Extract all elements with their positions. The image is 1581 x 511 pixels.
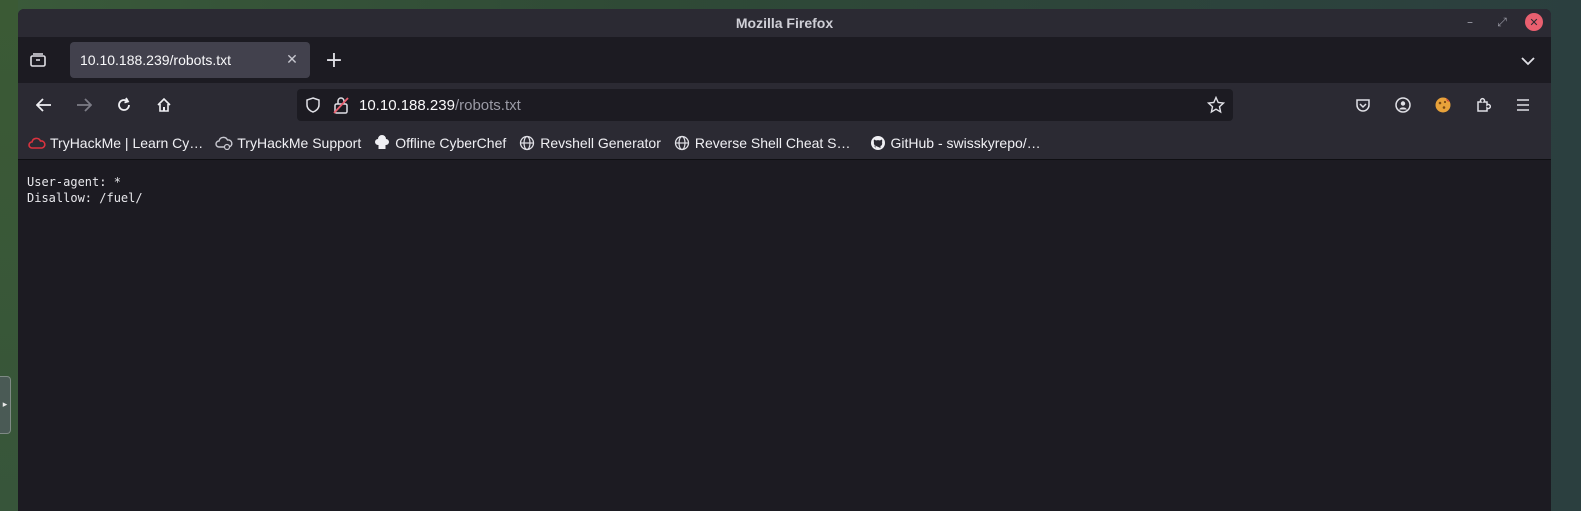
bookmark-revshell-generator[interactable]: Revshell Generator [518, 131, 661, 155]
bookmark-reverse-shell-cheat-sheet[interactable]: Reverse Shell Cheat S… [673, 131, 851, 155]
reload-button[interactable] [108, 89, 140, 121]
github-icon [869, 134, 887, 152]
pocket-icon [1356, 99, 1370, 112]
bookmark-label: TryHackMe | Learn Cy… [50, 135, 204, 151]
forward-button[interactable] [68, 89, 100, 121]
back-button[interactable] [28, 89, 60, 121]
pocket-button[interactable] [1347, 89, 1379, 121]
titlebar: Mozilla Firefox – ⤢ ✕ [18, 9, 1551, 37]
close-window-button[interactable]: ✕ [1525, 13, 1543, 31]
account-icon [1395, 97, 1411, 113]
toolbar-right-buttons [1347, 89, 1539, 121]
puzzle-icon [1477, 97, 1491, 112]
desktop-background [0, 0, 18, 511]
dock-handle[interactable]: ▸ [0, 376, 11, 434]
arrow-right-icon [77, 98, 92, 112]
cookie-extension-icon [1435, 97, 1451, 113]
tab-robots-txt[interactable]: 10.10.188.239/robots.txt ✕ [70, 42, 310, 78]
bookmark-offline-cyberchef[interactable]: Offline CyberChef [373, 131, 506, 155]
bookmark-label: Reverse Shell Cheat S… [694, 135, 851, 151]
globe-icon [673, 134, 691, 152]
minimize-button[interactable]: – [1461, 13, 1479, 31]
window-title: Mozilla Firefox [735, 15, 834, 31]
bookmark-label: GitHub - swisskyrepo/… [890, 135, 1041, 151]
maximize-button[interactable]: ⤢ [1493, 13, 1511, 31]
bookmark-github-swisskyrepo[interactable]: GitHub - swisskyrepo/… [869, 131, 1041, 155]
home-icon [157, 97, 171, 112]
support-cloud-icon [215, 134, 233, 152]
extension-button[interactable] [1427, 89, 1459, 121]
arrow-left-icon [36, 98, 51, 112]
chef-hat-icon [373, 134, 391, 152]
insecure-lock-icon[interactable] [333, 96, 349, 114]
bookmark-tryhackme-support[interactable]: TryHackMe Support [215, 131, 361, 155]
bookmark-label: Offline CyberChef [395, 135, 507, 151]
globe-icon [518, 134, 536, 152]
tab-strip: 10.10.188.239/robots.txt ✕ + [18, 37, 1551, 83]
list-all-tabs-button[interactable] [1521, 51, 1535, 70]
new-tab-button[interactable]: + [322, 48, 346, 73]
app-menu-button[interactable] [1507, 89, 1539, 121]
extensions-button[interactable] [1467, 89, 1499, 121]
address-bar[interactable]: 10.10.188.239/robots.txt [297, 89, 1233, 121]
tab-close-icon[interactable]: ✕ [284, 52, 300, 68]
window-controls: – ⤢ ✕ [1461, 13, 1543, 31]
page-content: User-agent: * Disallow: /fuel/ [18, 160, 1551, 511]
bookmark-tryhackme[interactable]: TryHackMe | Learn Cy… [28, 131, 203, 155]
text-line: Disallow: /fuel/ [27, 191, 143, 205]
firefox-view-button[interactable] [18, 37, 58, 83]
reload-icon [118, 97, 130, 111]
tab-title: 10.10.188.239/robots.txt [80, 52, 231, 68]
url-path: /robots.txt [454, 96, 521, 114]
navigation-toolbar: 10.10.188.239/robots.txt [18, 83, 1551, 127]
url-host: 10.10.188.239 [359, 96, 455, 114]
bookmark-label: Revshell Generator [540, 135, 661, 151]
robots-txt-text: User-agent: * Disallow: /fuel/ [27, 174, 1542, 206]
url-text[interactable]: 10.10.188.239/robots.txt [359, 97, 521, 114]
bookmark-label: TryHackMe Support [237, 135, 362, 151]
chevron-down-icon [1521, 57, 1535, 66]
bookmark-star-icon[interactable] [1206, 95, 1226, 118]
text-line: User-agent: * [27, 175, 121, 189]
bookmarks-toolbar: TryHackMe | Learn Cy… TryHackMe Support … [18, 127, 1551, 160]
account-button[interactable] [1387, 89, 1419, 121]
firefox-view-icon [30, 53, 46, 67]
tryhackme-cloud-icon [28, 134, 46, 152]
tracking-protection-shield-icon[interactable] [305, 97, 321, 113]
firefox-window: Mozilla Firefox – ⤢ ✕ 10.10.188.239/robo… [18, 9, 1551, 511]
hamburger-menu-icon [1517, 99, 1529, 111]
home-button[interactable] [148, 89, 180, 121]
